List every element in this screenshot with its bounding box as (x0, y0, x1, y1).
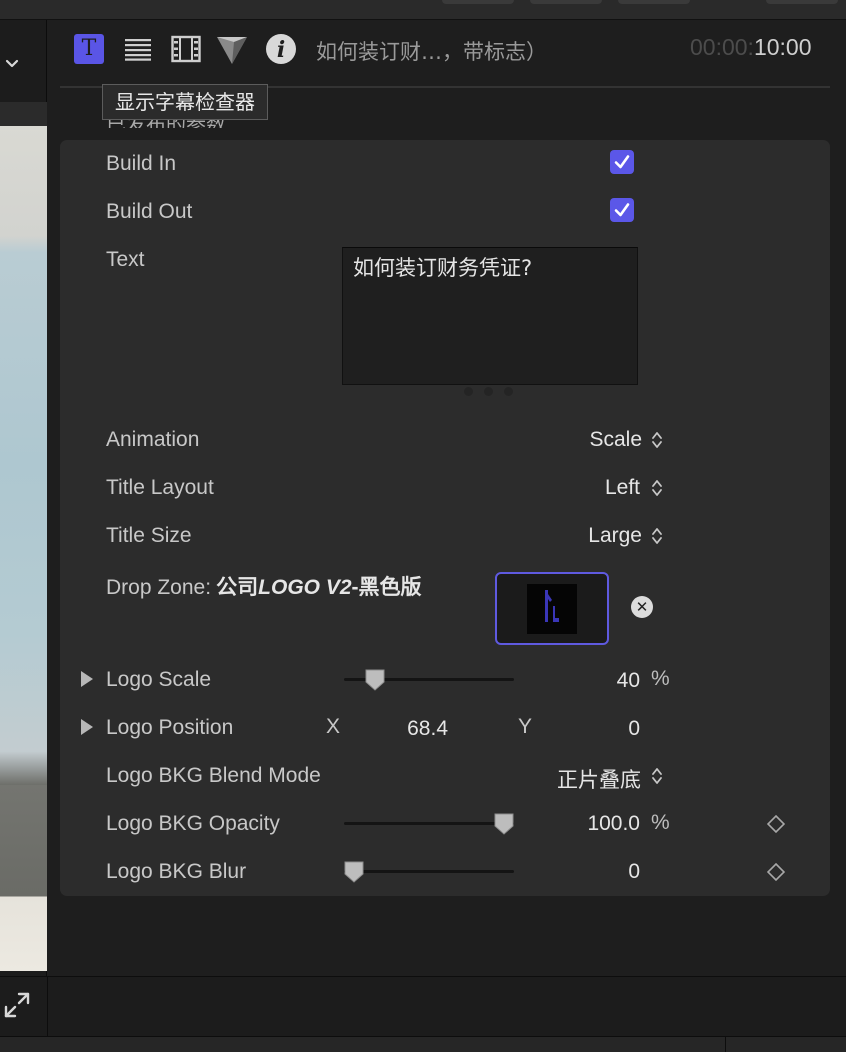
blend-mode-popup[interactable]: 正片叠底 (500, 764, 641, 794)
info-icon[interactable]: i (265, 33, 297, 65)
toolbar-button[interactable] (766, 0, 838, 4)
clear-drop-zone-button[interactable]: ✕ (631, 596, 653, 618)
text-inspector-icon[interactable] (122, 33, 154, 65)
video-inspector-icon[interactable] (170, 33, 202, 65)
logo-bkg-blur-value[interactable]: 0 (560, 860, 640, 884)
logo-bkg-blur-label: Logo BKG Blur (106, 860, 247, 883)
animation-value: Scale (589, 428, 642, 451)
y-label: Y (518, 715, 533, 738)
y-value[interactable]: 0 (560, 717, 640, 741)
popup-arrows-icon[interactable] (651, 526, 663, 546)
popup-arrows-icon[interactable] (651, 766, 663, 786)
drop-zone-row-label: Drop Zone: 公司LOGO V2-黑色版 (106, 571, 422, 601)
logo-bkg-blur-slider[interactable] (344, 870, 514, 873)
logo-position-label: Logo Position (106, 716, 234, 739)
drop-zone-value: 公司 (216, 576, 259, 599)
generator-inspector-icon[interactable] (216, 33, 248, 65)
blend-mode-value: 正片叠底 (557, 769, 641, 792)
resize-handle-dot[interactable] (484, 387, 493, 396)
fullscreen-expand-icon[interactable] (3, 991, 31, 1019)
logo-bkg-opacity-label: Logo BKG Opacity (106, 812, 280, 835)
logo-bkg-blend-mode-label: Logo BKG Blend Mode (106, 764, 321, 787)
logo-bkg-opacity-slider[interactable] (344, 822, 514, 825)
drop-zone-well[interactable] (495, 572, 609, 645)
logo-thumbnail (527, 583, 577, 634)
disclosure-triangle-icon[interactable] (81, 671, 93, 687)
title-size-value: Large (588, 524, 642, 547)
logo-scale-label: Logo Scale (106, 668, 212, 691)
animation-label: Animation (106, 428, 200, 451)
drop-zone-value-italic: LOGO V2 (258, 576, 352, 599)
drop-zone-value-suffix: -黑色版 (351, 576, 422, 599)
timecode-display: 00:00:10:00 (690, 34, 812, 60)
svg-text:i: i (277, 37, 285, 63)
build-in-label: Build In (106, 152, 177, 175)
checkmark-icon (614, 203, 630, 217)
title-layout-popup[interactable]: Left (520, 476, 640, 500)
disclosure-triangle-icon[interactable] (81, 719, 93, 735)
viewer-panel (0, 20, 47, 976)
title-size-label: Title Size (106, 524, 192, 547)
chevron-down-icon[interactable] (4, 56, 22, 74)
x-label: X (326, 715, 341, 738)
bottom-strip-divider (725, 1037, 726, 1052)
toolbar-button[interactable] (442, 0, 514, 4)
title-layout-label: Title Layout (106, 476, 214, 499)
animation-popup[interactable]: Scale (520, 428, 642, 452)
popup-arrows-icon[interactable] (651, 478, 663, 498)
build-out-checkbox[interactable] (610, 198, 634, 222)
popup-arrows-icon[interactable] (651, 430, 663, 450)
bottom-divider (47, 976, 48, 1036)
tooltip: 显示字幕检查器 (102, 84, 268, 120)
x-value[interactable]: 68.4 (368, 717, 448, 741)
title-size-popup[interactable]: Large (520, 524, 642, 548)
keyframe-diamond-icon[interactable] (767, 815, 785, 833)
logo-scale-unit: % (651, 667, 670, 690)
toolbar-button[interactable] (530, 0, 602, 4)
slider-knob[interactable] (494, 813, 514, 835)
clip-title: 如何装订财…，带标志） (316, 40, 547, 64)
slider-knob[interactable] (365, 669, 385, 691)
bottom-strip (0, 1036, 846, 1052)
title-inspector-icon[interactable]: T (73, 33, 105, 65)
top-toolbar-strip (0, 0, 846, 20)
keyframe-diamond-icon[interactable] (767, 863, 785, 881)
logo-scale-value[interactable]: 40 (560, 669, 640, 693)
text-label: Text (106, 248, 145, 271)
viewer-top-bar (0, 102, 47, 126)
logo-bkg-opacity-value[interactable]: 100.0 (560, 812, 640, 836)
checkmark-icon (614, 155, 630, 169)
resize-handle-dot[interactable] (504, 387, 513, 396)
drop-zone-label: Drop Zone: (106, 576, 212, 599)
toolbar-button[interactable] (618, 0, 690, 4)
build-in-checkbox[interactable] (610, 150, 634, 174)
resize-handle-dot[interactable] (464, 387, 473, 396)
text-field[interactable]: 如何装订财务凭证? (342, 247, 638, 385)
viewer-image-lower (0, 785, 47, 971)
title-layout-value: Left (604, 476, 640, 499)
slider-knob[interactable] (344, 861, 364, 883)
build-out-label: Build Out (106, 200, 193, 223)
logo-bkg-opacity-unit: % (651, 811, 670, 834)
